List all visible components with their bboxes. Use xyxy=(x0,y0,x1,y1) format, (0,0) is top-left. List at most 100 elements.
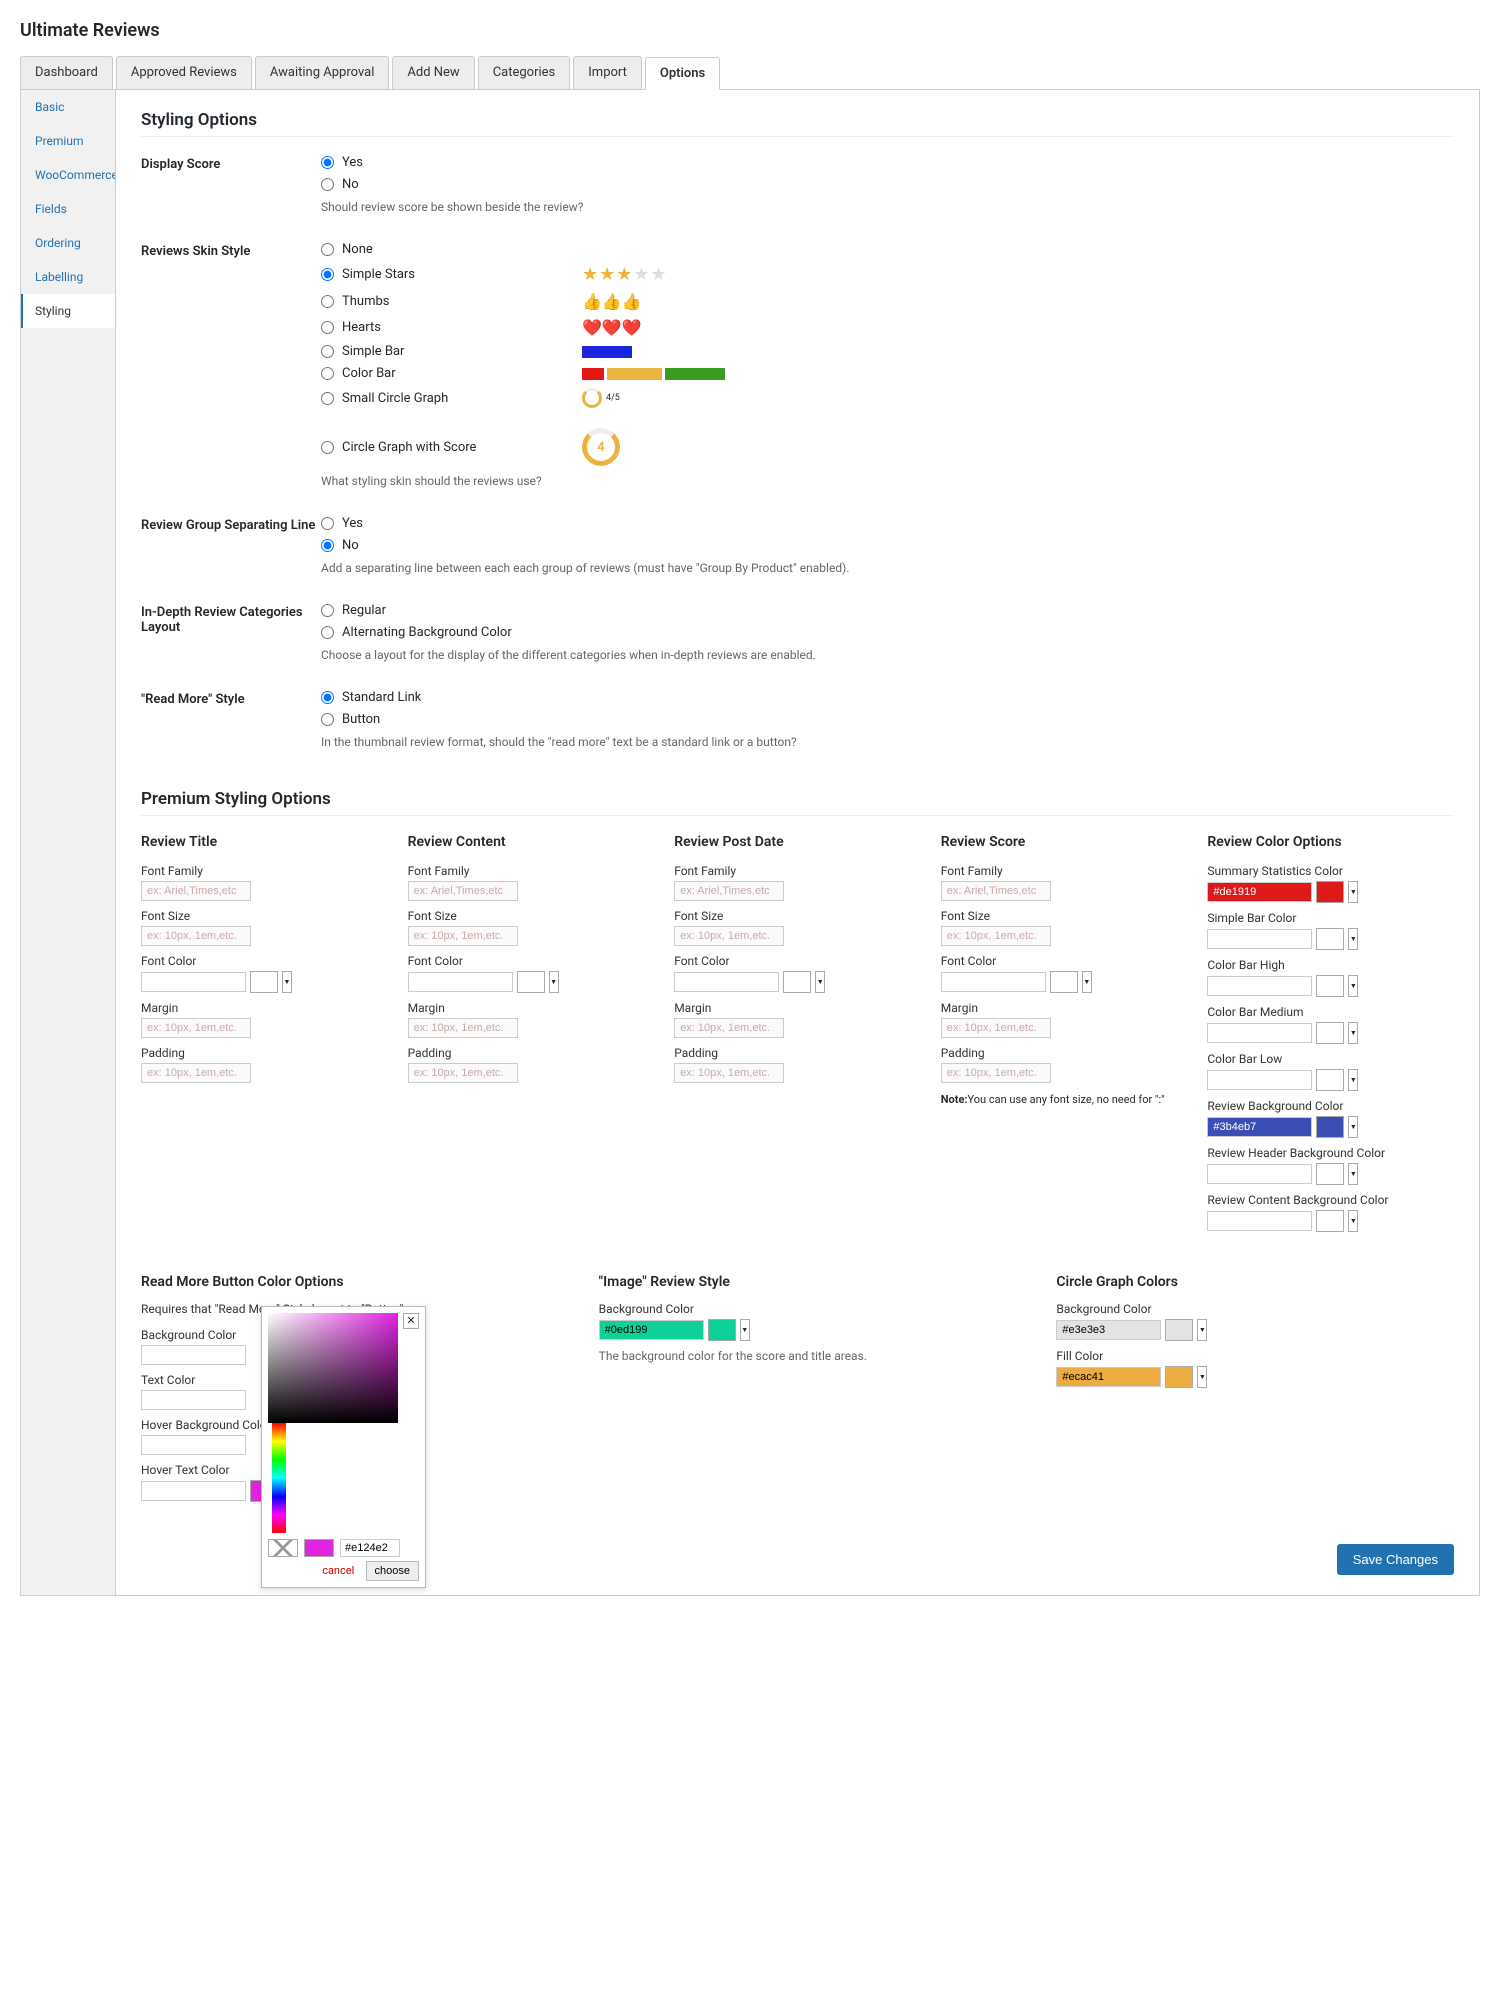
tab-options[interactable]: Options xyxy=(645,57,720,90)
sidebar-labelling[interactable]: Labelling xyxy=(21,260,115,294)
skin-thumbs[interactable] xyxy=(321,295,334,308)
colorbar-med[interactable] xyxy=(1207,1023,1312,1043)
swatch-icon[interactable] xyxy=(783,971,811,993)
score-font-size[interactable] xyxy=(941,926,1051,946)
swatch-icon[interactable] xyxy=(517,971,545,993)
save-button[interactable]: Save Changes xyxy=(1337,1544,1454,1575)
skin-circlescore[interactable] xyxy=(321,441,334,454)
swatch-icon[interactable] xyxy=(1165,1366,1193,1388)
tab-import[interactable]: Import xyxy=(573,56,642,89)
dropdown-icon[interactable]: ▼ xyxy=(1348,1116,1358,1138)
swatch-icon[interactable] xyxy=(1050,971,1078,993)
tab-approved[interactable]: Approved Reviews xyxy=(116,56,252,89)
swatch-icon[interactable] xyxy=(1316,1022,1344,1044)
swatch-icon[interactable] xyxy=(1316,975,1344,997)
dropdown-icon[interactable]: ▼ xyxy=(1348,1069,1358,1091)
score-font-color[interactable] xyxy=(941,972,1046,992)
colorbar-high[interactable] xyxy=(1207,976,1312,996)
picker-hex-input[interactable] xyxy=(340,1539,400,1557)
swatch-icon[interactable] xyxy=(1316,1116,1344,1138)
dropdown-icon[interactable]: ▼ xyxy=(1082,971,1092,993)
title-font-color[interactable] xyxy=(141,972,246,992)
dropdown-icon[interactable]: ▼ xyxy=(1348,975,1358,997)
dropdown-icon[interactable]: ▼ xyxy=(1348,1022,1358,1044)
skin-simplebar[interactable] xyxy=(321,345,334,358)
title-margin[interactable] xyxy=(141,1018,251,1038)
skin-stars[interactable] xyxy=(321,268,334,281)
swatch-icon[interactable] xyxy=(250,971,278,993)
simplebar-color[interactable] xyxy=(1207,929,1312,949)
skin-colorbar[interactable] xyxy=(321,367,334,380)
postdate-font-size[interactable] xyxy=(674,926,784,946)
rm-hover-text[interactable] xyxy=(141,1481,246,1501)
circle-fill-color[interactable] xyxy=(1056,1367,1161,1387)
sidebar-woo[interactable]: WooCommerce xyxy=(21,158,115,192)
swatch-icon[interactable] xyxy=(1165,1319,1193,1341)
postdate-margin[interactable] xyxy=(674,1018,784,1038)
swatch-icon[interactable] xyxy=(1316,928,1344,950)
tab-addnew[interactable]: Add New xyxy=(392,56,474,89)
postdate-font-family[interactable] xyxy=(674,881,784,901)
rm-bg-color[interactable] xyxy=(141,1345,246,1365)
sidebar-ordering[interactable]: Ordering xyxy=(21,226,115,260)
layout-regular[interactable] xyxy=(321,604,334,617)
sidebar-premium[interactable]: Premium xyxy=(21,124,115,158)
readmore-button[interactable] xyxy=(321,713,334,726)
dropdown-icon[interactable]: ▼ xyxy=(282,971,292,993)
swatch-icon[interactable] xyxy=(1316,1163,1344,1185)
swatch-icon[interactable] xyxy=(1316,881,1344,903)
swatch-icon[interactable] xyxy=(1316,1069,1344,1091)
score-padding[interactable] xyxy=(941,1063,1051,1083)
close-icon[interactable]: ✕ xyxy=(403,1313,419,1329)
review-bg-color[interactable] xyxy=(1207,1117,1312,1137)
tab-dashboard[interactable]: Dashboard xyxy=(20,56,113,89)
skin-smallcircle[interactable] xyxy=(321,392,334,405)
dropdown-icon[interactable]: ▼ xyxy=(1348,928,1358,950)
skin-hearts[interactable] xyxy=(321,321,334,334)
postdate-font-color[interactable] xyxy=(674,972,779,992)
dropdown-icon[interactable]: ▼ xyxy=(815,971,825,993)
tab-awaiting[interactable]: Awaiting Approval xyxy=(255,56,390,89)
sidebar-basic[interactable]: Basic xyxy=(21,90,115,124)
dropdown-icon[interactable]: ▼ xyxy=(1197,1319,1207,1341)
picker-hue[interactable] xyxy=(272,1423,286,1533)
picker-cancel[interactable]: cancel xyxy=(322,1564,354,1577)
dropdown-icon[interactable]: ▼ xyxy=(1348,1210,1358,1232)
dropdown-icon[interactable]: ▼ xyxy=(1348,881,1358,903)
score-margin[interactable] xyxy=(941,1018,1051,1038)
swatch-icon[interactable] xyxy=(708,1319,736,1341)
sepline-yes[interactable] xyxy=(321,517,334,530)
rm-hover-bg[interactable] xyxy=(141,1435,246,1455)
header-bg-color[interactable] xyxy=(1207,1164,1312,1184)
content-font-family[interactable] xyxy=(408,881,518,901)
content-font-size[interactable] xyxy=(408,926,518,946)
readmore-link[interactable] xyxy=(321,691,334,704)
display-score-yes[interactable] xyxy=(321,156,334,169)
dropdown-icon[interactable]: ▼ xyxy=(1348,1163,1358,1185)
title-font-size[interactable] xyxy=(141,926,251,946)
content-margin[interactable] xyxy=(408,1018,518,1038)
summary-color[interactable] xyxy=(1207,882,1312,902)
skin-none[interactable] xyxy=(321,243,334,256)
colorbar-low[interactable] xyxy=(1207,1070,1312,1090)
dropdown-icon[interactable]: ▼ xyxy=(549,971,559,993)
tab-categories[interactable]: Categories xyxy=(478,56,571,89)
dropdown-icon[interactable]: ▼ xyxy=(740,1319,750,1341)
swatch-icon[interactable] xyxy=(1316,1210,1344,1232)
picker-gradient[interactable] xyxy=(268,1313,398,1423)
image-bg-color[interactable] xyxy=(599,1320,704,1340)
rm-text-color[interactable] xyxy=(141,1390,246,1410)
sidebar-styling[interactable]: Styling xyxy=(21,294,115,328)
score-font-family[interactable] xyxy=(941,881,1051,901)
content-padding[interactable] xyxy=(408,1063,518,1083)
layout-alt[interactable] xyxy=(321,626,334,639)
title-padding[interactable] xyxy=(141,1063,251,1083)
content-bg-color[interactable] xyxy=(1207,1211,1312,1231)
display-score-no[interactable] xyxy=(321,178,334,191)
picker-choose[interactable]: choose xyxy=(366,1561,419,1581)
sidebar-fields[interactable]: Fields xyxy=(21,192,115,226)
sepline-no[interactable] xyxy=(321,539,334,552)
content-font-color[interactable] xyxy=(408,972,513,992)
dropdown-icon[interactable]: ▼ xyxy=(1197,1366,1207,1388)
circle-bg-color[interactable] xyxy=(1056,1320,1161,1340)
